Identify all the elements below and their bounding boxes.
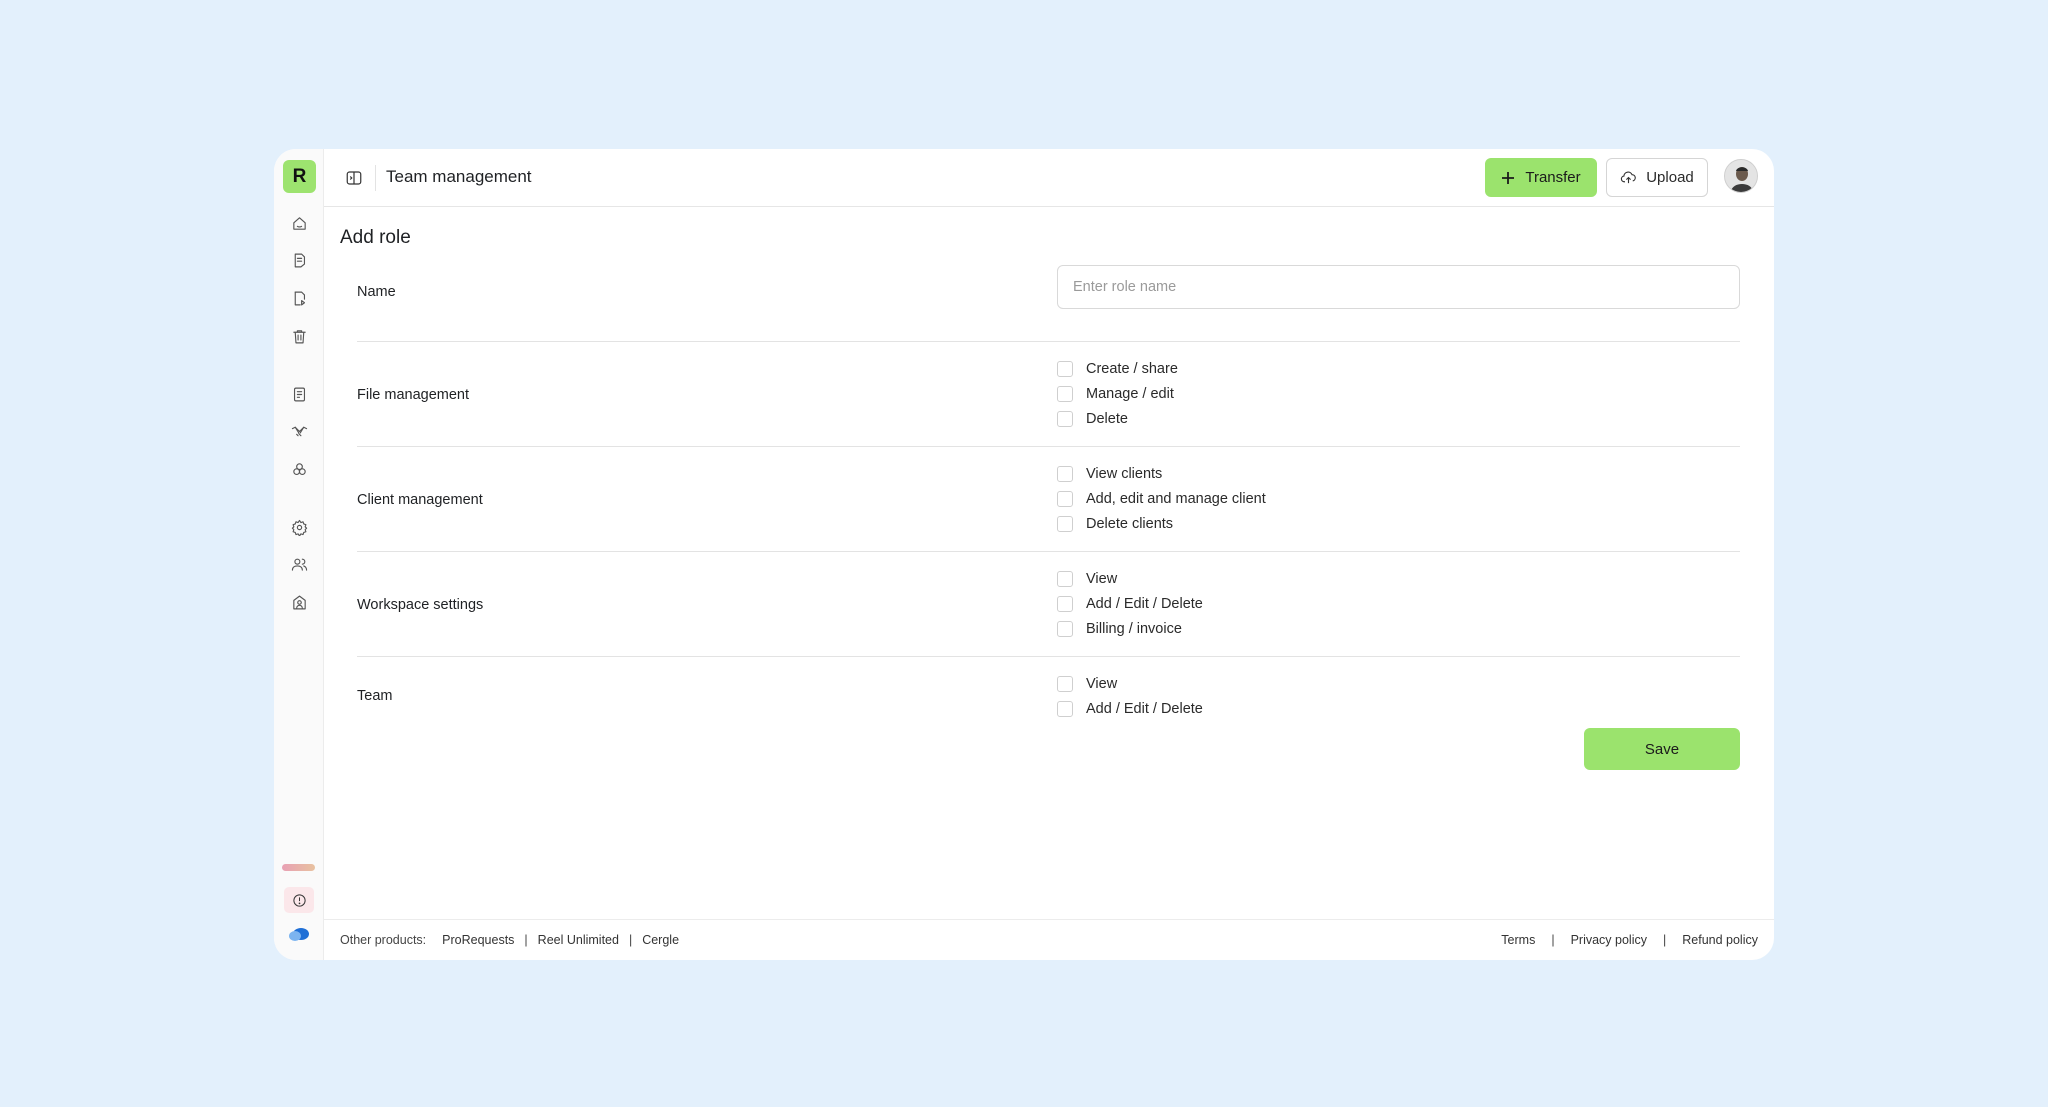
app-logo[interactable]: R: [283, 160, 316, 193]
checkbox-option[interactable]: Add / Edit / Delete: [1057, 591, 1740, 616]
transfer-button-label: Transfer: [1525, 169, 1581, 186]
checkbox-label: Billing / invoice: [1086, 620, 1182, 637]
save-button[interactable]: Save: [1584, 728, 1740, 770]
workspace-icon[interactable]: [289, 592, 309, 612]
divider: |: [628, 933, 633, 947]
name-row: Name: [357, 265, 1740, 342]
checkbox-label: View clients: [1086, 465, 1163, 482]
top-header: Team management Transfer Upload: [324, 149, 1774, 207]
checkbox[interactable]: [1057, 385, 1073, 402]
product-link[interactable]: Reel Unlimited: [538, 933, 619, 947]
checkbox-option[interactable]: Delete: [1057, 406, 1740, 431]
settings-icon[interactable]: [289, 517, 309, 537]
checkbox[interactable]: [1057, 700, 1073, 717]
permission-group: Workspace settings View Add / Edit / Del…: [357, 552, 1740, 657]
team-icon[interactable]: [289, 554, 309, 574]
role-name-input[interactable]: [1057, 265, 1740, 309]
panel-toggle-icon[interactable]: [344, 168, 364, 188]
checkbox-label: Add / Edit / Delete: [1086, 595, 1203, 612]
group-label: Client management: [357, 492, 483, 508]
checkbox-option[interactable]: View: [1057, 671, 1740, 696]
trash-icon[interactable]: [289, 326, 309, 346]
permission-group: Client management View clients Add, edit…: [357, 447, 1740, 552]
upload-button[interactable]: Upload: [1606, 158, 1708, 197]
checkbox-option[interactable]: Create / share: [1057, 356, 1740, 381]
name-label: Name: [357, 284, 396, 300]
home-icon[interactable]: [289, 213, 309, 233]
refund-policy-link[interactable]: Refund policy: [1682, 933, 1758, 947]
group-label: Workspace settings: [357, 597, 484, 613]
add-role-form: Name File management Create / share Mana…: [357, 265, 1740, 737]
checkbox-label: Add / Edit / Delete: [1086, 700, 1203, 717]
header-divider: [375, 165, 376, 191]
integrations-icon[interactable]: [289, 459, 309, 479]
checkbox[interactable]: [1057, 360, 1073, 377]
checkbox-label: Create / share: [1086, 360, 1178, 377]
sidebar: R: [274, 149, 324, 960]
checkbox-label: View: [1086, 570, 1118, 587]
cloud-icon[interactable]: [288, 927, 310, 941]
checkbox[interactable]: [1057, 620, 1073, 637]
checkbox[interactable]: [1057, 465, 1073, 482]
product-link[interactable]: Cergle: [642, 933, 679, 947]
checkbox-label: Manage / edit: [1086, 385, 1174, 402]
checkbox-option[interactable]: Add, edit and manage client: [1057, 486, 1740, 511]
checkbox-option[interactable]: Billing / invoice: [1057, 616, 1740, 641]
divider: |: [1551, 933, 1555, 947]
checkbox-option[interactable]: Add / Edit / Delete: [1057, 696, 1740, 721]
checkbox-label: Add, edit and manage client: [1086, 490, 1266, 507]
checkbox-option[interactable]: View: [1057, 566, 1740, 591]
other-products-label: Other products:: [340, 933, 427, 947]
handshake-icon[interactable]: [289, 421, 309, 441]
terms-link[interactable]: Terms: [1501, 933, 1535, 947]
group-label: File management: [357, 387, 470, 403]
permission-group: File management Create / share Manage / …: [357, 342, 1740, 447]
checkbox[interactable]: [1057, 570, 1073, 587]
footer: Other products: ProRequests | Reel Unlim…: [324, 919, 1774, 960]
main-content: Add role Name File management Create / s…: [324, 208, 1774, 919]
checkbox-label: View: [1086, 675, 1118, 692]
checkbox-option[interactable]: Manage / edit: [1057, 381, 1740, 406]
privacy-policy-link[interactable]: Privacy policy: [1571, 933, 1647, 947]
shared-icon[interactable]: [289, 288, 309, 308]
checkbox[interactable]: [1057, 595, 1073, 612]
checkbox-label: Delete: [1086, 410, 1128, 427]
app-window: R Team management Transfer Upload Add ro…: [274, 149, 1774, 960]
upload-button-label: Upload: [1646, 169, 1694, 186]
divider: |: [1663, 933, 1667, 947]
cloud-upload-icon: [1621, 171, 1637, 184]
section-title: Add role: [340, 227, 411, 248]
group-label: Team: [357, 688, 393, 704]
storage-usage-bar: [282, 864, 315, 871]
product-link[interactable]: ProRequests: [442, 933, 514, 947]
permission-group: Team View Add / Edit / Delete: [357, 657, 1740, 737]
checkbox[interactable]: [1057, 490, 1073, 507]
transfer-button[interactable]: Transfer: [1485, 158, 1597, 197]
divider: |: [524, 933, 528, 947]
plus-icon: [1502, 171, 1515, 184]
checkbox-option[interactable]: Delete clients: [1057, 511, 1740, 536]
page-title: Team management: [386, 167, 532, 186]
checkbox[interactable]: [1057, 675, 1073, 692]
documents-icon[interactable]: [289, 250, 309, 270]
checkbox-option[interactable]: View clients: [1057, 461, 1740, 486]
checkbox[interactable]: [1057, 410, 1073, 427]
user-avatar[interactable]: [1724, 159, 1758, 193]
invoice-icon[interactable]: [289, 384, 309, 404]
alert-icon[interactable]: [284, 887, 314, 913]
checkbox[interactable]: [1057, 515, 1073, 532]
checkbox-label: Delete clients: [1086, 515, 1174, 532]
